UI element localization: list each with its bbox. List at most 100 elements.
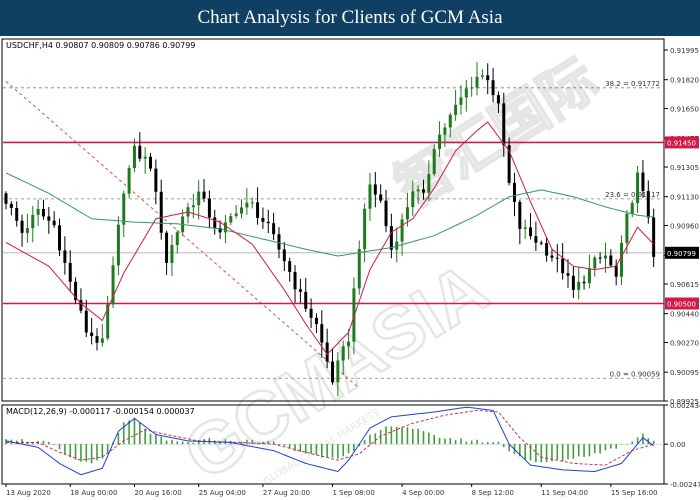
candle-body xyxy=(314,317,318,325)
macd-histogram-bar xyxy=(144,428,146,445)
macd-histogram-bar xyxy=(165,440,168,445)
time-tick-label: 15 Sep 16:00 xyxy=(611,489,658,497)
price-tick-label: 0.90440 xyxy=(670,311,699,319)
macd-histogram-bar xyxy=(620,444,623,445)
macd-histogram-bar xyxy=(411,428,414,445)
candle-body xyxy=(475,76,479,88)
candle-body xyxy=(122,193,126,225)
candle-body xyxy=(496,95,500,104)
candle-body xyxy=(363,208,367,250)
macd-histogram-bar xyxy=(21,439,23,445)
candle-body xyxy=(630,203,634,214)
candle-body xyxy=(58,225,62,251)
candle-body xyxy=(587,268,591,284)
macd-histogram-bar xyxy=(48,441,50,445)
fib-level-label: 38.2 = 0.91772 xyxy=(605,80,660,88)
time-tick-label: 4 Sep 00:00 xyxy=(402,489,444,497)
candle-body xyxy=(512,182,516,202)
candle-body xyxy=(448,114,452,128)
macd-histogram-bar xyxy=(454,440,457,445)
chart-title: Chart Analysis for Clients of GCM Asia xyxy=(197,7,503,28)
candle-body xyxy=(229,215,233,223)
candle-body xyxy=(470,87,474,89)
macd-histogram-bar xyxy=(486,442,489,445)
candle-body xyxy=(502,103,506,146)
candle-body xyxy=(646,191,650,218)
candle-body xyxy=(41,208,45,217)
candle-body xyxy=(389,226,393,250)
candle-body xyxy=(31,214,35,229)
candle-body xyxy=(272,223,276,235)
macd-histogram-bar xyxy=(106,444,109,453)
macd-histogram-bar xyxy=(369,434,371,445)
candle-body xyxy=(116,224,120,266)
candle-body xyxy=(603,255,607,259)
candle-body xyxy=(582,281,586,284)
macd-histogram-bar xyxy=(353,444,355,451)
sr-level-tag: 0.90500 xyxy=(667,301,696,309)
time-tick-label: 27 Aug 20:00 xyxy=(263,489,310,497)
macd-histogram-bar xyxy=(502,444,505,448)
macd-histogram-bar xyxy=(444,438,446,445)
candle-body xyxy=(555,257,559,259)
macd-histogram-bar xyxy=(583,444,585,457)
macd-histogram-bar xyxy=(492,442,494,445)
candle-body xyxy=(52,220,56,226)
candle-body xyxy=(202,191,206,199)
candle-body xyxy=(459,97,463,105)
candle-body xyxy=(373,184,377,195)
time-tick-label: 20 Aug 16:00 xyxy=(134,489,181,497)
macd-panel-header: MACD(12,26,9) -0.000117 -0.000154 0.0000… xyxy=(6,407,195,416)
macd-tick-label: 0.002434 xyxy=(670,402,700,410)
macd-histogram-bar xyxy=(497,441,500,445)
candle-body xyxy=(266,221,270,224)
candle-body xyxy=(175,232,179,246)
macd-histogram-bar xyxy=(652,440,655,445)
candle-body xyxy=(288,261,292,272)
macd-tick-label: -0.002478 xyxy=(670,481,700,489)
macd-histogram-bar xyxy=(610,444,612,449)
macd-histogram-bar xyxy=(599,444,601,454)
macd-histogram-bar xyxy=(390,426,393,445)
macd-histogram-bar xyxy=(240,441,243,445)
candle-body xyxy=(357,249,361,289)
candle-body xyxy=(234,213,238,216)
candle-body xyxy=(454,104,458,115)
chart-title-banner: Chart Analysis for Clients of GCM Asia xyxy=(0,0,700,36)
price-tick-label: 0.91130 xyxy=(670,194,699,202)
candle-body xyxy=(15,207,19,221)
candle-body xyxy=(620,242,624,277)
macd-histogram-bar xyxy=(278,444,280,446)
macd-histogram-bar xyxy=(64,444,66,455)
candle-body xyxy=(379,194,383,201)
candle-body xyxy=(641,172,645,192)
candle-body xyxy=(9,203,13,208)
candle-body xyxy=(652,217,656,257)
candle-body xyxy=(614,265,618,277)
macd-histogram-bar xyxy=(187,442,189,445)
candle-body xyxy=(571,275,575,290)
macd-histogram-bar xyxy=(545,444,548,463)
macd-histogram-bar xyxy=(320,444,323,458)
candle-body xyxy=(293,271,297,290)
macd-histogram-bar xyxy=(422,431,425,445)
macd-histogram-bar xyxy=(80,444,82,462)
macd-histogram-bar xyxy=(42,440,45,445)
macd-histogram-bar xyxy=(192,442,195,445)
macd-histogram-bar xyxy=(331,444,334,458)
candle-body xyxy=(245,202,249,208)
candle-body xyxy=(443,127,447,135)
candle-body xyxy=(68,262,72,282)
candle-body xyxy=(127,168,131,194)
candle-body xyxy=(170,245,174,263)
candle-body xyxy=(320,324,324,343)
macd-histogram-bar xyxy=(171,439,173,445)
macd-histogram-bar xyxy=(460,438,462,445)
price-tick-label: 0.91650 xyxy=(670,106,699,114)
candle-body xyxy=(165,232,169,263)
candle-body xyxy=(416,189,420,192)
current-price-tag: 0.90799 xyxy=(667,250,696,258)
macd-histogram-bar xyxy=(53,444,55,446)
macd-histogram-bar xyxy=(128,420,130,445)
candle-body xyxy=(25,228,29,233)
